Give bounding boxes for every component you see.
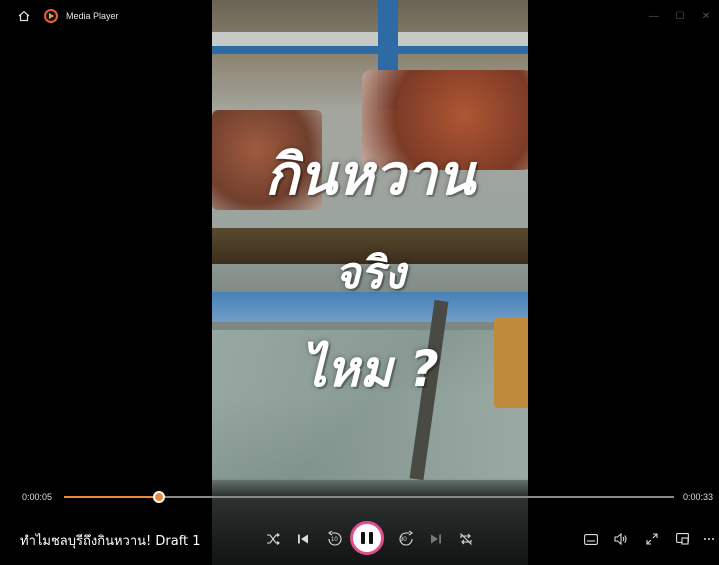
next-icon[interactable]: [425, 528, 447, 550]
previous-icon[interactable]: [292, 528, 314, 550]
skip-forward-label: 30: [400, 537, 407, 543]
duration: 0:00:33: [682, 492, 713, 502]
volume-icon[interactable]: [610, 528, 632, 550]
close-button[interactable]: ✕: [693, 0, 719, 32]
pause-icon-bar: [369, 532, 373, 544]
video-caption-line: กินหวาน: [264, 143, 476, 208]
skip-back-label: 10: [331, 537, 338, 543]
subtitles-icon[interactable]: [580, 528, 602, 550]
home-icon[interactable]: [10, 2, 38, 30]
pause-icon[interactable]: [350, 521, 384, 555]
miniplayer-icon[interactable]: [671, 528, 693, 550]
skip-back-icon[interactable]: 10: [322, 528, 348, 550]
minimize-button[interactable]: —: [641, 0, 667, 32]
video-scene-rail: [212, 46, 528, 54]
more-icon[interactable]: [701, 528, 717, 550]
current-time: 0:00:05: [22, 492, 53, 502]
pause-icon-bar: [361, 532, 365, 544]
title-bar: Media Player — ☐ ✕: [0, 0, 719, 32]
seek-progress: [64, 496, 160, 498]
seek-bar[interactable]: [64, 491, 674, 503]
repeat-off-icon[interactable]: [455, 528, 477, 550]
fullscreen-icon[interactable]: [641, 528, 663, 550]
media-title: ทำไมชลบุรีถึงกินหวาน! Draft 1: [20, 534, 201, 549]
skip-forward-icon[interactable]: 30: [393, 528, 419, 550]
shuffle-icon[interactable]: [262, 528, 284, 550]
video-caption-line: จริง: [334, 248, 406, 299]
window-controls: — ☐ ✕: [641, 0, 719, 32]
maximize-button[interactable]: ☐: [667, 0, 693, 32]
video-scene-beam: [212, 32, 528, 46]
app-title: Media Player: [66, 11, 119, 21]
video-caption-line: ไหม ?: [301, 340, 439, 398]
app-icon: [44, 9, 58, 23]
